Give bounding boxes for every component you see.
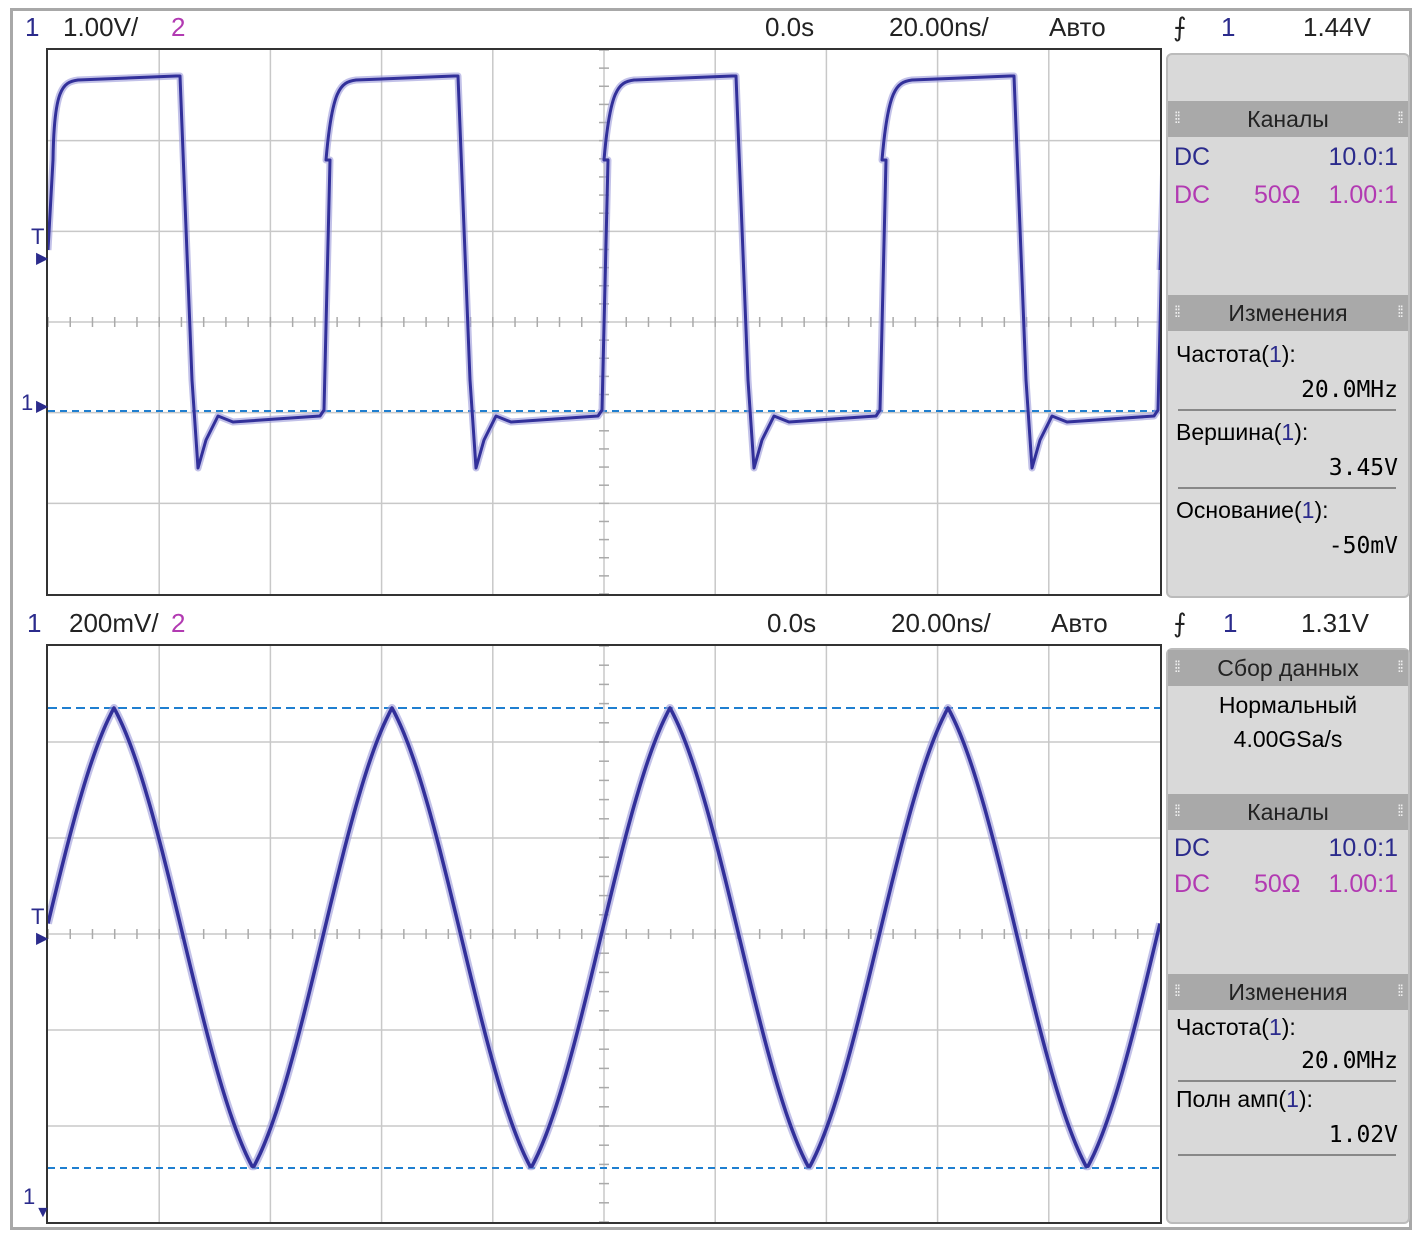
ground-arrow-icon: ▶ [36,398,49,415]
grip-icon: ⁞⁞ [1397,110,1404,127]
ch2-impedance[interactable]: 50Ω [1254,181,1301,210]
bottom-status-bar: 1 200mV/ 2 0.0s 20.00ns/ Авто ⨍ 1 1.31V [13,604,1410,644]
channel-ground-marker[interactable]: 1 [23,1184,35,1210]
grip-icon: ⁞⁞ [1397,803,1404,820]
ch2-coupling[interactable]: DC [1174,870,1210,899]
divider [1178,409,1396,411]
divider [1178,1154,1396,1156]
measure-pk-pk-label[interactable]: Полн амп(1): [1176,1086,1313,1113]
ch2-coupling[interactable]: DC [1174,181,1210,210]
grip-icon: ⁞⁞ [1174,659,1181,676]
trigger-edge-icon: ⨍ [1173,12,1187,42]
trigger-level[interactable]: 1.44V [1303,12,1371,43]
divider [1178,1080,1396,1082]
ch1-scale[interactable]: 200mV/ [69,608,159,639]
measure-frequency-value: 20.0MHz [1301,1048,1398,1074]
sample-rate: 4.00GSa/s [1233,726,1343,752]
timebase[interactable]: 20.00ns/ [889,12,989,43]
measure-base-value: -50mV [1328,533,1398,559]
trigger-source[interactable]: 1 [1223,608,1237,639]
bottom-waveform-display[interactable] [46,644,1162,1224]
measure-frequency-label[interactable]: Частота(1): [1176,1014,1296,1041]
top-side-panel: ⁞⁞ Каналы ⁞⁞ DC 10.0:1 DC 50Ω 1.00:1 ⁞⁞ … [1166,53,1410,598]
grip-icon: ⁞⁞ [1174,304,1181,321]
measure-base-label[interactable]: Основание(1): [1176,497,1329,524]
ground-arrow-icon: ▼ [35,1204,51,1221]
channels-header[interactable]: ⁞⁞ Каналы ⁞⁞ [1168,101,1408,137]
measure-top-value: 3.45V [1328,455,1398,481]
measure-frequency-value: 20.0MHz [1301,377,1398,403]
trigger-marker[interactable]: T [31,224,44,250]
trigger-mode[interactable]: Авто [1051,608,1108,639]
grip-icon: ⁞⁞ [1397,659,1404,676]
grip-icon: ⁞⁞ [1397,983,1404,1000]
ch1-probe[interactable]: 10.0:1 [1328,834,1398,863]
divider [1178,487,1396,489]
ch1-coupling[interactable]: DC [1174,143,1210,172]
ch1-number[interactable]: 1 [25,12,39,43]
top-status-bar: 1 1.00V/ 2 0.0s 20.00ns/ Авто ⨍ 1 1.44V [13,8,1410,48]
bottom-waveform-svg [48,646,1160,1222]
ch1-coupling[interactable]: DC [1174,834,1210,863]
bottom-side-panel: ⁞⁞ Сбор данных ⁞⁞ Нормальный 4.00GSa/s ⁞… [1166,648,1410,1224]
ch1-number[interactable]: 1 [27,608,41,639]
time-offset[interactable]: 0.0s [765,12,814,43]
trigger-arrow-icon: ▶ [36,930,49,947]
measurements-header[interactable]: ⁞⁞ Изменения ⁞⁞ [1168,295,1408,331]
measure-pk-pk-value: 1.02V [1328,1122,1398,1148]
acquisition-mode[interactable]: Нормальный [1168,692,1408,719]
ch1-probe[interactable]: 10.0:1 [1328,143,1398,172]
channels-header[interactable]: ⁞⁞ Каналы ⁞⁞ [1168,794,1408,830]
top-waveform-display[interactable] [46,48,1162,596]
measurements-header[interactable]: ⁞⁞ Изменения ⁞⁞ [1168,974,1408,1010]
measure-top-label[interactable]: Вершина(1): [1176,419,1308,446]
trigger-source[interactable]: 1 [1221,12,1235,43]
grip-icon: ⁞⁞ [1174,983,1181,1000]
trigger-level[interactable]: 1.31V [1301,608,1369,639]
bottom-scope-screen: 1 200mV/ 2 0.0s 20.00ns/ Авто ⨍ 1 1.31V … [13,604,1410,1226]
ch1-scale[interactable]: 1.00V/ [63,12,138,43]
time-offset[interactable]: 0.0s [767,608,816,639]
trigger-arrow-icon: ▶ [36,250,49,267]
ch2-number[interactable]: 2 [171,608,185,639]
ch2-probe[interactable]: 1.00:1 [1328,870,1398,899]
channel-ground-marker[interactable]: 1 [21,390,33,416]
grip-icon: ⁞⁞ [1174,110,1181,127]
acquisition-header[interactable]: ⁞⁞ Сбор данных ⁞⁞ [1168,650,1408,686]
top-scope-screen: 1 1.00V/ 2 0.0s 20.00ns/ Авто ⨍ 1 1.44V … [13,8,1410,598]
timebase[interactable]: 20.00ns/ [891,608,991,639]
ch2-probe[interactable]: 1.00:1 [1328,181,1398,210]
grip-icon: ⁞⁞ [1397,304,1404,321]
top-waveform-svg [48,50,1160,594]
grip-icon: ⁞⁞ [1174,803,1181,820]
ch2-impedance[interactable]: 50Ω [1254,870,1301,899]
trigger-edge-icon: ⨍ [1173,608,1187,638]
measure-frequency-label[interactable]: Частота(1): [1176,341,1296,368]
trigger-marker[interactable]: T [31,904,44,930]
trigger-mode[interactable]: Авто [1049,12,1106,43]
ch2-number[interactable]: 2 [171,12,185,43]
